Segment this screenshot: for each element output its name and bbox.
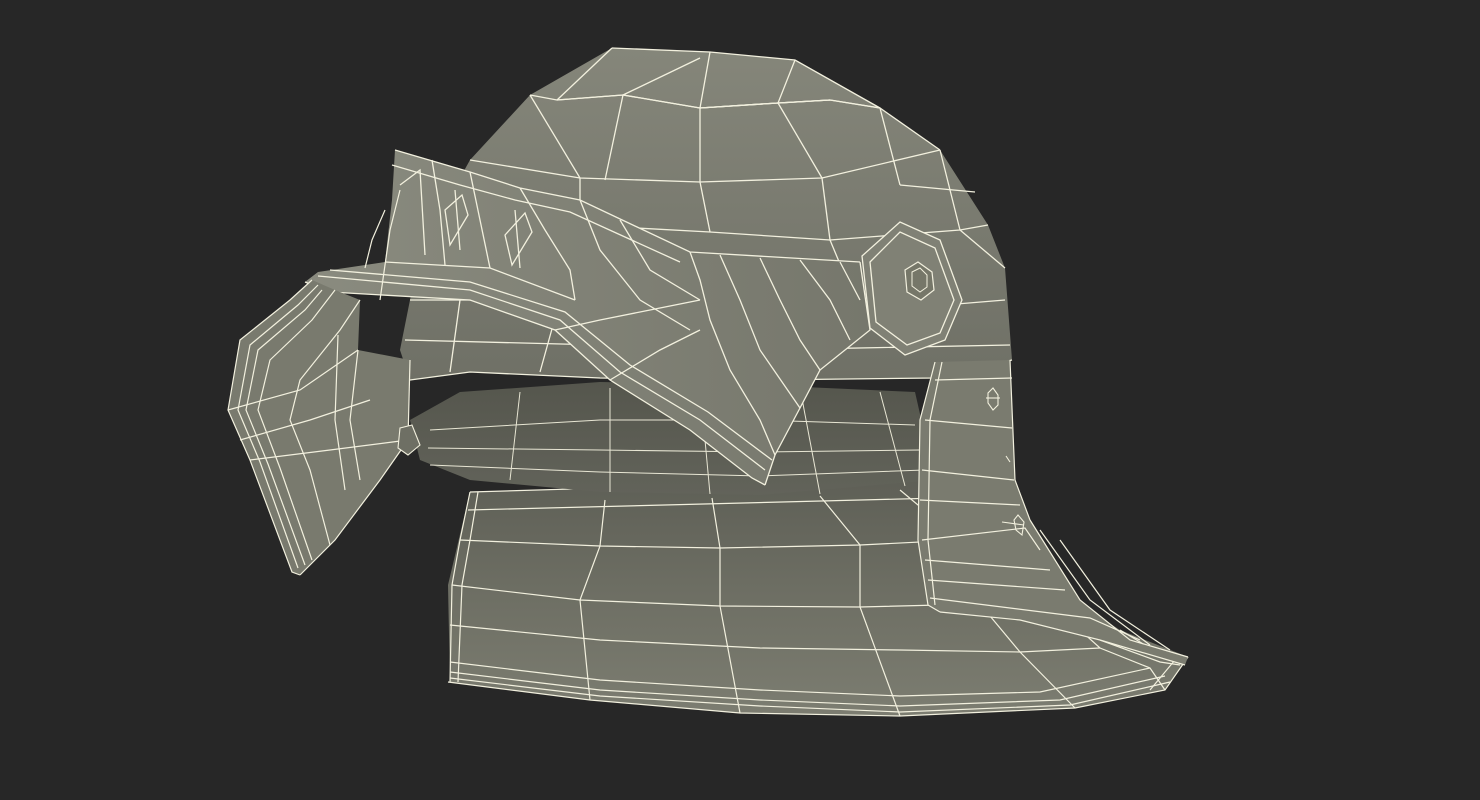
model-viewport[interactable] bbox=[0, 0, 1480, 800]
helmet-wireframe-model bbox=[227, 47, 1189, 717]
face-plate bbox=[227, 189, 411, 576]
